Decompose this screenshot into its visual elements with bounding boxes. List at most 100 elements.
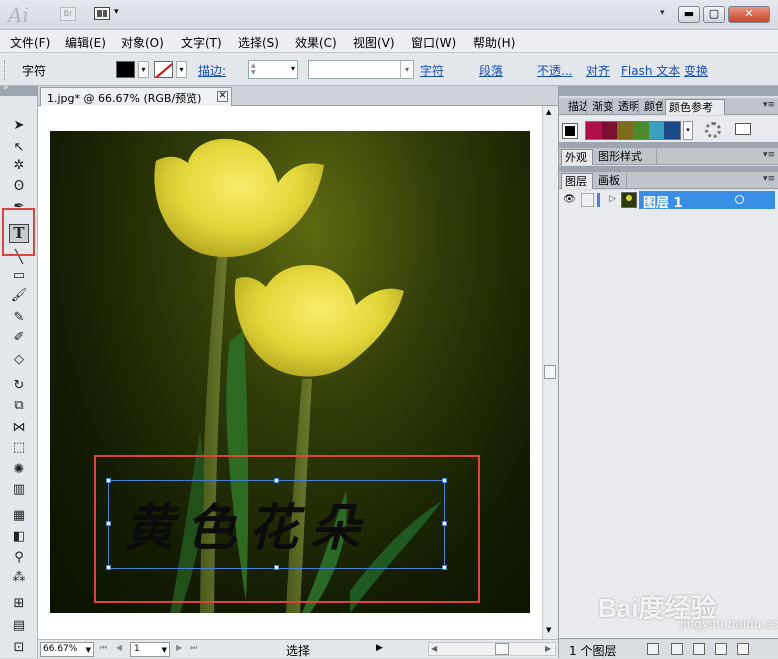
width-icon[interactable]: ⋈ [9,418,29,437]
status-tool-name[interactable]: 选择 [286,642,310,659]
gradient-icon[interactable]: ◧ [9,527,29,546]
tab-layers[interactable]: 图层 [561,173,593,189]
selection-tool-icon[interactable]: ➤ [9,116,29,135]
harmony-color[interactable] [586,122,602,139]
slice-icon[interactable]: ⊞ [9,594,29,613]
stroke-link[interactable]: 描边: [198,62,226,79]
color-wheel-icon[interactable] [705,122,721,138]
lasso-icon[interactable]: ʘ [9,177,29,196]
harmony-color[interactable] [664,122,681,139]
expand-triangle-icon[interactable]: ▷ [609,194,616,204]
menu-view[interactable]: 视图(V) [353,34,395,51]
menu-type[interactable]: 文字(T) [181,34,222,51]
panel-menu-icon[interactable]: ▾≡ [763,100,775,110]
delete-layer-icon[interactable] [737,643,749,655]
tab-color-guide[interactable]: 颜色参考 [665,99,725,115]
last-page-icon[interactable]: ⏭ [190,643,197,653]
chevron-down-icon[interactable]: ▼ [162,644,167,657]
harmony-color[interactable] [648,122,665,139]
tab-artboards[interactable]: 画板 [595,173,627,189]
tab-appearance[interactable]: 外观 [561,149,593,165]
paintbrush-icon[interactable]: 🖌 [9,286,29,305]
scale-icon[interactable]: ⧉ [9,396,29,415]
next-page-icon[interactable]: ▶ [176,643,182,652]
scroll-right-icon[interactable]: ▶ [545,644,551,653]
panel-menu-icon[interactable]: ▾≡ [763,174,775,184]
zoom-select[interactable]: 66.67% ▼ [40,642,94,657]
workspace-dropdown[interactable]: ▾ [660,8,665,18]
menu-help[interactable]: 帮助(H) [473,34,515,51]
chevron-down-icon[interactable]: ▾ [400,61,413,78]
horizontal-scroll-thumb[interactable] [495,643,509,655]
tab-color[interactable]: 颜色 [641,99,663,115]
tab-stroke[interactable]: 描边 [565,99,587,115]
direct-selection-tool-icon[interactable]: ↖ [9,138,29,157]
horizontal-scrollbar[interactable]: ◀ ▶ [428,642,556,656]
harmony-colors[interactable] [585,121,681,140]
stroke-dropdown[interactable]: ▾ [176,61,187,78]
save-color-group-icon[interactable] [735,123,751,135]
tab-gradient[interactable]: 渐变 [589,99,613,115]
layer-row[interactable]: 👁 ▷ 图层 1 [559,190,778,211]
layer-name[interactable]: 图层 1 [643,192,683,211]
new-layer-icon[interactable] [715,643,727,655]
hand-icon[interactable]: ▤ [9,616,29,635]
blob-brush-icon[interactable]: ✐ [9,328,29,347]
stroke-color-swatch[interactable] [154,61,173,78]
mesh-icon[interactable]: ▦ [9,506,29,525]
scroll-down-icon[interactable]: ▼ [546,626,551,634]
menu-file[interactable]: 文件(F) [10,34,50,51]
style-select[interactable]: ▾ [308,60,414,79]
rotate-icon[interactable]: ↻ [9,376,29,395]
flash-text-link[interactable]: Flash 文本 [621,62,680,79]
harmony-color[interactable] [633,122,649,139]
menu-object[interactable]: 对象(O) [121,34,164,51]
arrange-documents-button[interactable]: ▾ [94,7,124,21]
locate-object-icon[interactable] [647,643,659,655]
vertical-scroll-thumb[interactable] [544,365,556,379]
minimize-button[interactable]: ▬ [678,6,700,23]
pencil-icon[interactable]: ✎ [9,308,29,327]
menu-window[interactable]: 窗口(W) [411,34,456,51]
close-icon[interactable]: ✕ [217,91,228,102]
artboard-icon[interactable]: ⊡ [9,638,29,657]
harmony-color[interactable] [601,122,618,139]
rectangle-icon[interactable]: ▭ [9,266,29,285]
paragraph-link[interactable]: 段落 [479,62,503,79]
menu-select[interactable]: 选择(S) [238,34,279,51]
maximize-button[interactable]: ▢ [703,6,725,23]
prev-page-icon[interactable]: ◀ [116,643,122,652]
blend-icon[interactable]: ⁂ [9,568,29,587]
character-link[interactable]: 字符 [420,62,444,79]
symbol-sprayer-icon[interactable]: ✺ [9,460,29,479]
grip-handle[interactable] [4,60,7,80]
tools-panel-header[interactable] [0,83,38,96]
menu-effect[interactable]: 效果(C) [295,34,337,51]
panel-menu-icon[interactable]: ▾≡ [763,150,775,160]
align-link[interactable]: 对齐 [586,62,610,79]
graph-icon[interactable]: ▥ [9,480,29,499]
close-button[interactable]: ✕ [728,6,770,23]
new-sublayer-icon[interactable] [693,643,705,655]
fill-color-swatch[interactable] [116,61,135,78]
scroll-up-icon[interactable]: ▲ [546,108,551,116]
bridge-button[interactable]: Br [60,7,76,21]
make-clipping-mask-icon[interactable] [671,643,683,655]
target-circle-icon[interactable] [735,195,744,204]
magic-wand-icon[interactable]: ✲ [9,156,29,175]
eyedropper-icon[interactable]: ⚲ [9,548,29,567]
free-transform-icon[interactable]: ⬚ [9,438,29,457]
page-select[interactable]: 1 ▼ [130,642,170,657]
tab-graphic-styles[interactable]: 图形样式 [595,149,657,165]
status-menu-arrow[interactable]: ▶ [376,643,383,653]
harmony-dropdown[interactable]: ▾ [683,121,693,140]
lock-toggle[interactable] [581,193,594,207]
chevron-down-icon[interactable]: ▾ [291,64,295,73]
chevron-down-icon[interactable]: ▼ [86,644,91,657]
transform-link[interactable]: 变换 [684,62,708,79]
first-page-icon[interactable]: ⏮ [100,643,107,653]
document-tab[interactable]: 1.jpg* @ 66.67% (RGB/预览) ✕ [40,87,232,106]
panel-dock-header[interactable] [559,86,778,96]
opacity-link[interactable]: 不透... [537,62,572,79]
menu-edit[interactable]: 编辑(E) [65,34,106,51]
